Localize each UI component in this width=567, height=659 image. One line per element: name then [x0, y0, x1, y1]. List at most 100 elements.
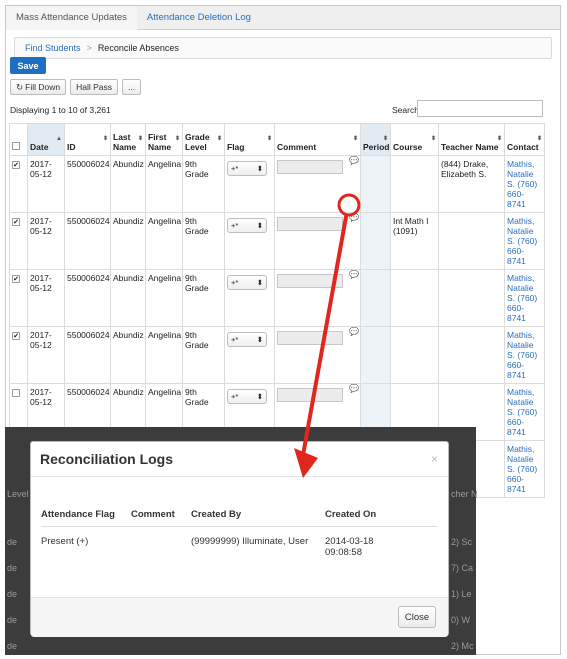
fill-down-button[interactable]: ↻ Fill Down: [10, 79, 67, 95]
modal-table-row: Present (+) (99999999) Illuminate, User …: [41, 527, 437, 558]
comment-input[interactable]: [277, 274, 343, 288]
table-row: ✔ 2017-05-12 550006024 Abundiz Angelina 9th G…: [9, 326, 545, 384]
select-arrows-icon: ⬍: [256, 335, 263, 344]
reconciliation-log-icon[interactable]: 💬: [349, 270, 359, 279]
flag-select[interactable]: +* ⬍: [227, 332, 267, 347]
row-checkbox[interactable]: [12, 389, 20, 397]
comment-input[interactable]: [277, 217, 343, 231]
select-all-checkbox[interactable]: [12, 142, 20, 150]
reconciliation-log-icon[interactable]: 💬: [349, 327, 359, 336]
background-text-fragment: 2) Sc: [451, 537, 473, 547]
flag-cell: +* ⬍: [224, 326, 275, 384]
modal-col-attendance-flag: Attendance Flag: [41, 509, 115, 520]
background-text-fragment: de: [7, 563, 18, 573]
breadcrumb-find-students[interactable]: Find Students: [25, 43, 81, 53]
row-checkbox[interactable]: ✔: [12, 275, 20, 283]
col-first-name[interactable]: First Name ⬍: [145, 123, 183, 156]
col-course[interactable]: Course ⬍: [390, 123, 439, 156]
col-period[interactable]: Period ⬍: [360, 123, 391, 156]
reconciliation-log-icon[interactable]: 💬: [349, 213, 359, 222]
select-arrows-icon: ⬍: [256, 278, 263, 287]
close-icon[interactable]: ×: [431, 452, 438, 466]
flag-select[interactable]: +* ⬍: [227, 275, 267, 290]
select-all-header: [9, 123, 28, 156]
save-button[interactable]: Save: [10, 57, 46, 74]
col-teacher-name-label: Teacher Name: [441, 142, 499, 152]
background-text-fragment: Level: [7, 489, 29, 499]
row-select-cell: ✔: [9, 269, 28, 327]
last-name-cell: Abundiz: [110, 155, 146, 213]
modal-footer: Close: [31, 597, 448, 637]
sort-icon: ⬍: [536, 136, 542, 142]
contact-cell[interactable]: Mathis, Natalie S. (760) 660-8741: [504, 440, 545, 498]
tab-attendance-deletion-log[interactable]: Attendance Deletion Log: [137, 6, 261, 30]
col-comment[interactable]: Comment ⬍: [274, 123, 361, 156]
col-date-label: Date: [30, 142, 49, 152]
contact-cell[interactable]: Mathis, Natalie S. (760) 660-8741: [504, 155, 545, 213]
course-cell: [390, 326, 439, 384]
comment-input[interactable]: [277, 160, 343, 174]
flag-select-value: +*: [231, 221, 239, 230]
flag-cell: +* ⬍: [224, 212, 275, 270]
row-checkbox[interactable]: ✔: [12, 161, 20, 169]
background-text-fragment: 2) Mc: [451, 641, 474, 651]
contact-cell[interactable]: Mathis, Natalie S. (760) 660-8741: [504, 269, 545, 327]
modal-col-comment: Comment: [131, 509, 175, 520]
modal-title: Reconciliation Logs: [40, 451, 174, 467]
breadcrumb-current: Reconcile Absences: [97, 43, 179, 53]
comment-cell: 💬: [274, 155, 361, 213]
col-date[interactable]: Date ▲: [27, 123, 65, 156]
search-label: Search: [392, 105, 419, 115]
log-created-by: (99999999) Illuminate, User: [191, 536, 309, 547]
tab-mass-attendance-updates[interactable]: Mass Attendance Updates: [6, 6, 137, 30]
flag-select[interactable]: +* ⬍: [227, 218, 267, 233]
modal-col-created-by: Created By: [191, 509, 242, 520]
search-input[interactable]: [417, 100, 543, 117]
reconciliation-log-icon[interactable]: 💬: [349, 384, 359, 393]
col-period-label: Period: [363, 142, 390, 152]
col-grade-level[interactable]: Grade Level ⬍: [182, 123, 225, 156]
sort-icon: ⬍: [102, 136, 108, 142]
row-checkbox[interactable]: ✔: [12, 332, 20, 340]
background-text-fragment: de: [7, 641, 18, 651]
course-cell: [390, 269, 439, 327]
grade-level-cell: 9th Grade: [182, 155, 225, 213]
col-contact[interactable]: Contact ⬍: [504, 123, 545, 156]
flag-select-value: +*: [231, 164, 239, 173]
col-id[interactable]: ID ⬍: [64, 123, 111, 156]
reconciliation-log-icon[interactable]: 💬: [349, 156, 359, 165]
col-last-name[interactable]: Last Name ⬍: [110, 123, 146, 156]
row-checkbox[interactable]: ✔: [12, 218, 20, 226]
col-flag[interactable]: Flag ⬍: [224, 123, 275, 156]
sort-icon: ⬍: [216, 136, 222, 142]
comment-input[interactable]: [277, 331, 343, 345]
fill-down-label: Fill Down: [25, 82, 61, 92]
comment-cell: 💬: [274, 326, 361, 384]
grade-level-cell: 9th Grade: [182, 212, 225, 270]
more-button[interactable]: ...: [121, 79, 142, 95]
comment-input[interactable]: [277, 388, 343, 402]
flag-select[interactable]: +* ⬍: [227, 389, 267, 404]
col-teacher-name[interactable]: Teacher Name ⬍: [438, 123, 505, 156]
col-flag-label: Flag: [227, 142, 245, 152]
flag-select[interactable]: +* ⬍: [227, 161, 267, 176]
id-cell: 550006024: [64, 212, 111, 270]
date-cell: 2017-05-12: [27, 212, 65, 270]
row-select-cell: ✔: [9, 326, 28, 384]
hall-pass-button[interactable]: Hall Pass: [70, 79, 118, 95]
comment-cell: 💬: [274, 269, 361, 327]
close-button[interactable]: Close: [398, 606, 436, 628]
log-flag: Present (+): [41, 536, 89, 547]
contact-cell[interactable]: Mathis, Natalie S. (760) 660-8741: [504, 326, 545, 384]
sort-icon: ⬍: [137, 136, 143, 142]
contact-cell[interactable]: Mathis, Natalie S. (760) 660-8741: [504, 212, 545, 270]
modal-col-created-on: Created On: [325, 509, 377, 520]
log-comment: [131, 536, 191, 558]
modal-table-header: Attendance Flag Comment Created By Creat…: [41, 490, 437, 527]
date-cell: 2017-05-12: [27, 326, 65, 384]
background-text-fragment: de: [7, 537, 18, 547]
background-text-fragment: cher N: [451, 489, 478, 499]
flag-cell: +* ⬍: [224, 269, 275, 327]
id-cell: 550006024: [64, 269, 111, 327]
contact-cell[interactable]: Mathis, Natalie S. (760) 660-8741: [504, 383, 545, 441]
